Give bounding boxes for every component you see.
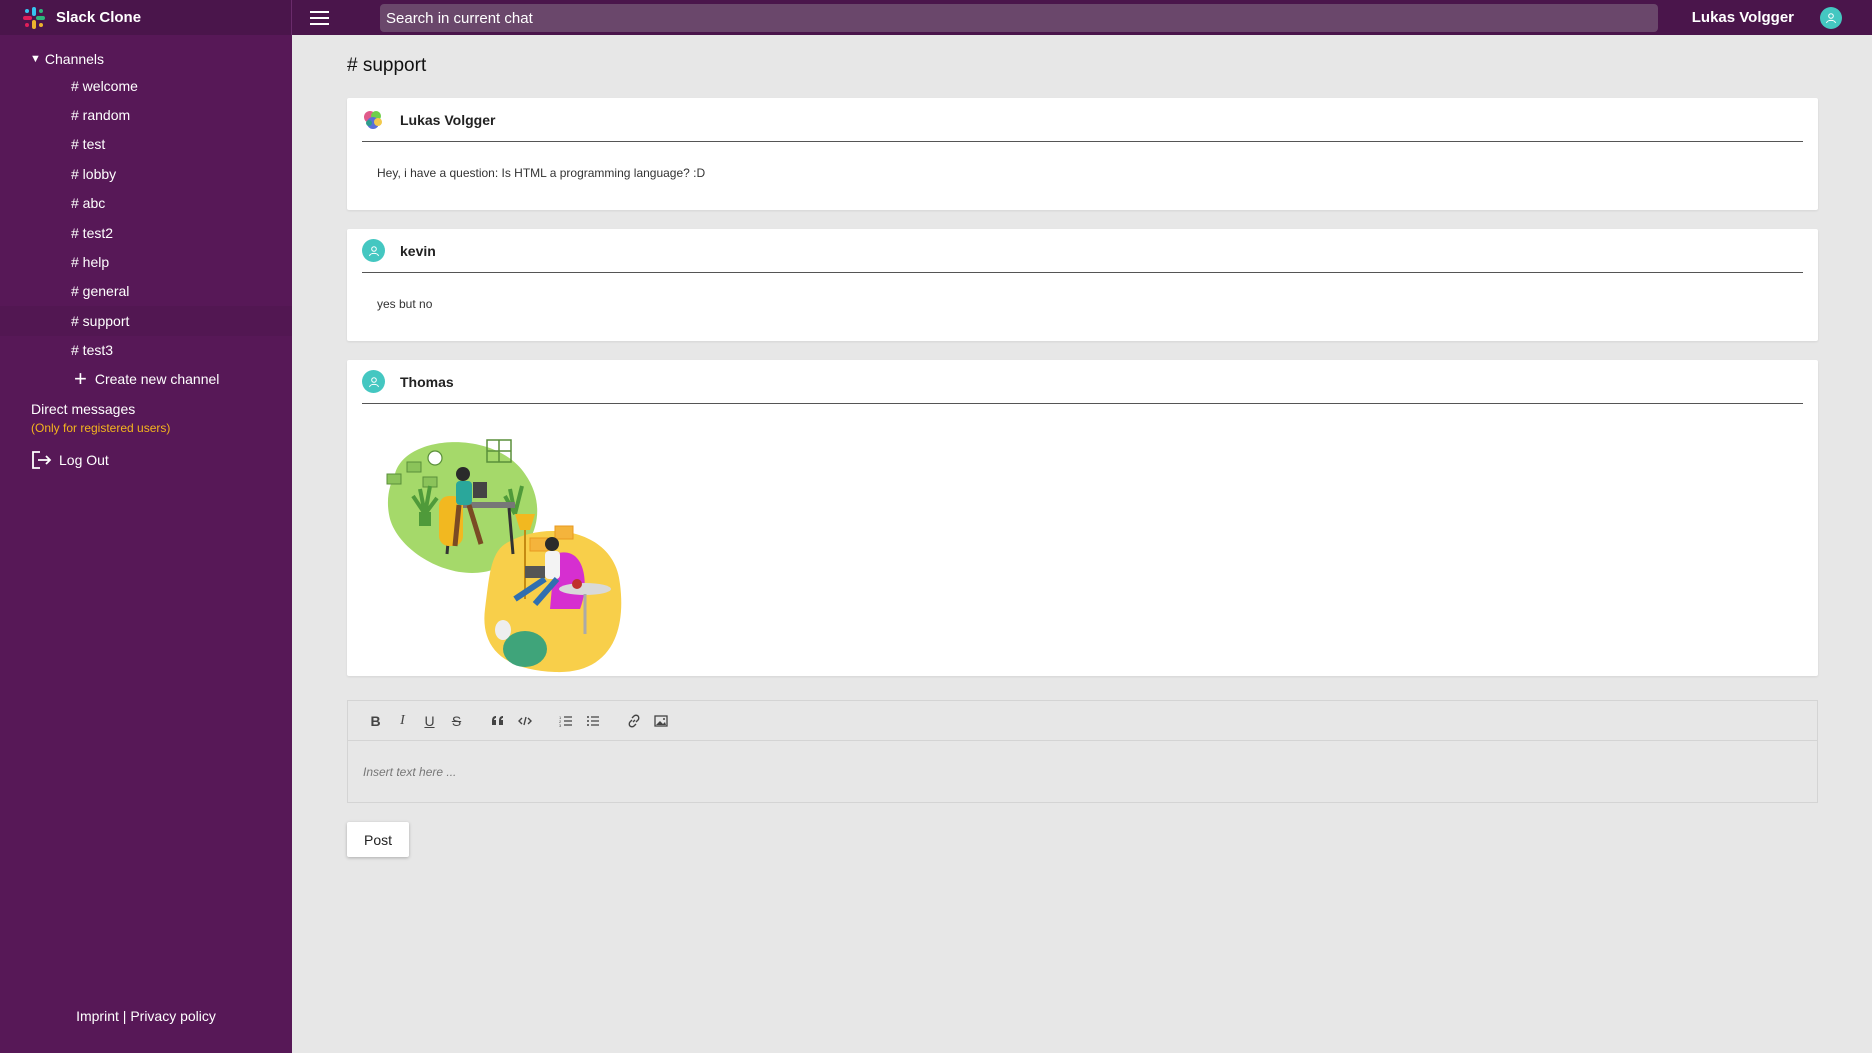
message-author[interactable]: kevin xyxy=(400,243,436,259)
ordered-list-button[interactable]: 123 xyxy=(552,709,579,733)
message-editor: B I U S 123 xyxy=(347,700,1818,803)
sidebar: ▼ Channels # welcome # random # test # l… xyxy=(0,35,292,1053)
underline-icon: U xyxy=(424,712,435,729)
hamburger-icon xyxy=(309,9,329,27)
message-author[interactable]: Lukas Volgger xyxy=(400,112,495,128)
strike-icon: S xyxy=(451,712,462,729)
page-title: # support xyxy=(347,55,427,76)
user-avatar xyxy=(362,370,385,393)
message-text: Hey, i have a question: Is HTML a progra… xyxy=(377,166,706,180)
quote-button[interactable] xyxy=(484,709,511,733)
plus-icon: + xyxy=(74,366,87,392)
user-icon xyxy=(368,376,379,387)
create-channel-button[interactable]: + Create new channel xyxy=(0,365,292,394)
channel-random[interactable]: # random xyxy=(0,100,292,129)
footer-links: Imprint | Privacy policy xyxy=(0,1008,292,1024)
message-card: Thomas xyxy=(347,360,1818,676)
top-bar: Slack Clone Lukas Volgger xyxy=(0,0,1872,35)
italic-button[interactable]: I xyxy=(389,709,416,733)
strike-button[interactable]: S xyxy=(443,709,470,733)
channel-test[interactable]: # test xyxy=(0,130,292,159)
create-channel-label: Create new channel xyxy=(94,371,220,388)
ordered-list-icon: 123 xyxy=(559,715,572,727)
bold-button[interactable]: B xyxy=(362,709,389,733)
message-header: Thomas xyxy=(362,360,1803,404)
channel-abc[interactable]: # abc xyxy=(0,189,292,218)
svg-text:3: 3 xyxy=(559,723,562,727)
image-icon xyxy=(653,714,668,727)
code-button[interactable] xyxy=(511,709,538,733)
colorful-avatar-icon xyxy=(362,108,385,131)
logout-icon xyxy=(32,451,52,469)
message-input[interactable] xyxy=(348,741,1817,803)
logout-label: Log Out xyxy=(59,452,109,468)
slack-logo-icon xyxy=(23,6,45,29)
user-icon xyxy=(1826,13,1836,24)
image-button[interactable] xyxy=(647,709,674,733)
channel-help[interactable]: # help xyxy=(0,247,292,276)
message-header: kevin xyxy=(362,229,1803,273)
channel-support[interactable]: # support xyxy=(0,306,292,336)
bold-icon: B xyxy=(370,712,381,729)
post-button[interactable]: Post xyxy=(347,822,409,857)
app-name: Slack Clone xyxy=(56,9,142,26)
channel-test3[interactable]: # test3 xyxy=(0,336,292,365)
direct-messages-note: (Only for registered users) xyxy=(31,421,171,435)
bullet-list-icon xyxy=(586,715,599,726)
privacy-policy-link[interactable]: Privacy policy xyxy=(130,1008,216,1024)
imprint-link[interactable]: Imprint xyxy=(76,1008,119,1024)
link-button[interactable] xyxy=(620,709,647,733)
italic-icon: I xyxy=(400,712,405,728)
channel-list: # welcome # random # test # lobby # abc … xyxy=(0,71,292,394)
message-header: Lukas Volgger xyxy=(362,98,1803,142)
message-card: kevin yes but no xyxy=(347,229,1818,341)
channels-toggle[interactable]: ▼ Channels xyxy=(30,51,104,67)
quote-icon xyxy=(491,715,503,725)
direct-messages-label[interactable]: Direct messages xyxy=(31,401,135,417)
bullet-list-button[interactable] xyxy=(579,709,606,733)
underline-button[interactable]: U xyxy=(416,709,443,733)
user-avatar[interactable] xyxy=(1820,7,1842,29)
link-icon xyxy=(628,714,639,727)
channel-test2[interactable]: # test2 xyxy=(0,218,292,247)
code-icon xyxy=(517,716,532,725)
channels-label: Channels xyxy=(44,51,105,67)
channel-welcome[interactable]: # welcome xyxy=(0,71,292,100)
brand[interactable]: Slack Clone xyxy=(0,0,292,35)
message-card: Lukas Volgger Hey, i have a question: Is… xyxy=(347,98,1818,210)
footer-separator: | xyxy=(122,1008,127,1024)
user-name[interactable]: Lukas Volgger xyxy=(1692,0,1794,35)
menu-button[interactable] xyxy=(292,0,346,35)
remote-work-illustration xyxy=(386,439,622,673)
message-text: yes but no xyxy=(377,297,433,311)
logout-button[interactable]: Log Out xyxy=(31,450,109,470)
triangle-down-icon: ▼ xyxy=(30,53,41,65)
user-avatar xyxy=(362,239,385,262)
message-author[interactable]: Thomas xyxy=(400,374,454,390)
search-input[interactable] xyxy=(380,4,1658,32)
user-icon xyxy=(368,245,379,256)
editor-toolbar: B I U S 123 xyxy=(348,701,1817,741)
channel-lobby[interactable]: # lobby xyxy=(0,159,292,188)
main-content: # support Lukas Volgger Hey, i have a qu… xyxy=(292,35,1872,1053)
channel-general[interactable]: # general xyxy=(0,277,292,306)
